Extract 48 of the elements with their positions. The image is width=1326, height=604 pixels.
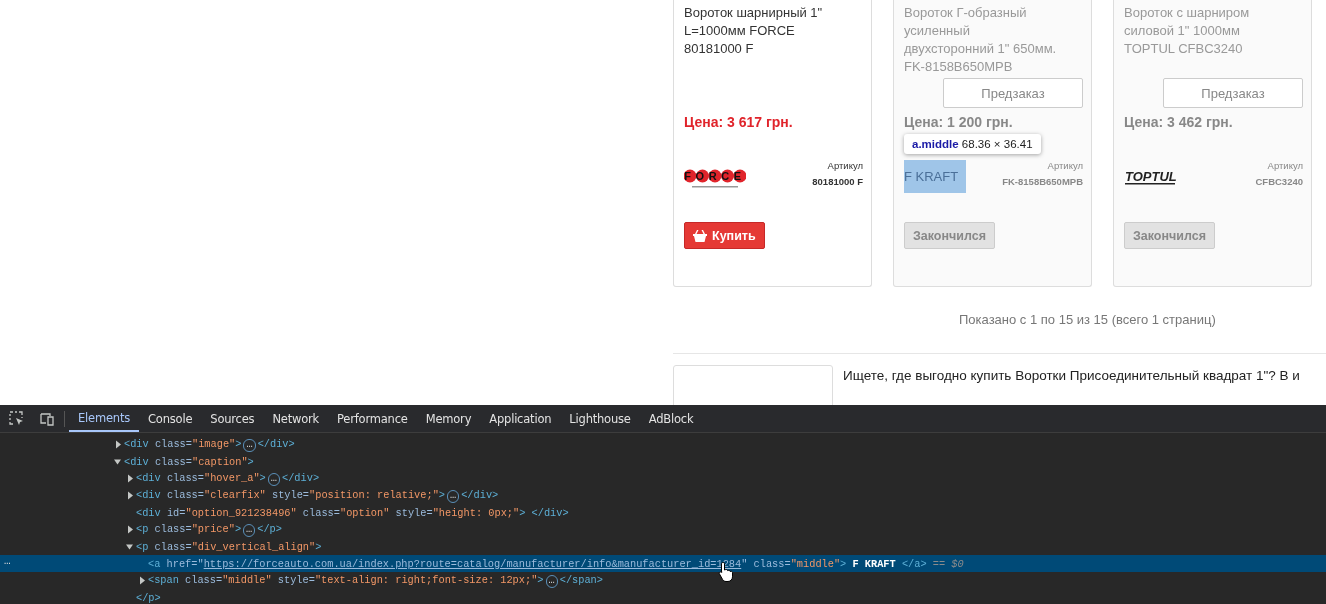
brand-logo[interactable]: FORCE [684, 168, 746, 190]
devtools-tab[interactable]: Sources [201, 405, 264, 432]
device-toolbar-icon[interactable] [38, 410, 54, 427]
article-label: Артикул [827, 160, 863, 171]
devtools-tab[interactable]: Network [263, 405, 328, 432]
brand-logo[interactable]: TOPTUL [1124, 168, 1180, 188]
buy-button[interactable]: Купить [684, 222, 765, 249]
product-price: Цена: 1 200 грн. [904, 114, 1014, 130]
devtools-tab[interactable]: Elements [69, 405, 139, 432]
article-number: 80181000 F [812, 176, 863, 187]
expand-arrow-icon[interactable] [126, 474, 134, 483]
article-number: CFBC3240 [1255, 176, 1303, 187]
product-price: Цена: 3 462 грн. [1124, 114, 1234, 130]
product-title[interactable]: Вороток шарнирный 1" L=1000мм FORCE 80181000 F [684, 4, 839, 58]
expand-arrow-icon[interactable] [114, 457, 122, 466]
devtools-tab[interactable]: Lighthouse [560, 405, 640, 432]
code-line[interactable]: <div id="option_921238496" class="option" style="height: 0px;"> </div> [136, 506, 569, 519]
inspect-tooltip: a.middle 68.36 × 36.41 [904, 134, 1041, 154]
devtools-tab[interactable]: Application [480, 405, 561, 432]
expand-arrow-icon[interactable] [126, 542, 134, 551]
code-line[interactable]: <div class="hover_a"> … </div> [136, 471, 320, 486]
expand-arrow-icon[interactable] [138, 576, 146, 585]
pagination-summary: Показано с 1 по 15 из 15 (всего 1 страниц) [959, 312, 1217, 327]
preorder-button[interactable]: Предзаказ [1163, 78, 1303, 108]
product-price: Цена: 3 617 грн. [684, 114, 794, 130]
expand-arrow-icon[interactable] [114, 440, 122, 449]
code-line[interactable]: <a href="https://forceauto.com.ua/index.php?route=catalog/manufacturer/info&manufacturer_id=1284" class="middle"> F KRAFT </a> == $0 [148, 557, 964, 570]
article-label: Артикул [1047, 160, 1083, 171]
code-line[interactable]: <div class="image"> … </div> [124, 437, 295, 452]
devtools-tab[interactable]: Console [139, 405, 202, 432]
preorder-button[interactable]: Предзаказ [943, 78, 1083, 108]
basket-icon [693, 229, 707, 242]
inspect-icon[interactable] [9, 410, 25, 427]
article-number: FK-8158B650MPB [1002, 176, 1083, 187]
devtools-tab[interactable]: Memory [416, 405, 481, 432]
description-text: Ищете, где выгодно купить Воротки Присоединительный квадрат 1"? В и [843, 368, 1300, 385]
devtools-tab[interactable]: AdBlock [639, 405, 703, 432]
code-line[interactable]: <div class="clearfix" style="position: relative;"> … </div> [136, 488, 499, 503]
expand-arrow-icon[interactable] [126, 525, 134, 534]
code-line[interactable]: <p class="div_vertical_align"> [136, 540, 322, 553]
code-line[interactable]: <p class="price"> … </p> [136, 522, 282, 537]
devtools-tab[interactable]: Performance [328, 405, 417, 432]
node-menu-icon[interactable]: … [4, 555, 11, 567]
article-label: Артикул [1267, 160, 1303, 171]
code-line[interactable]: <span class="middle" style="text-align: right;font-size: 12px;"> … </span> [148, 573, 603, 588]
expand-arrow-icon[interactable] [126, 491, 134, 500]
code-line[interactable]: </p> [136, 591, 161, 604]
code-line[interactable]: <div class="caption"> [124, 455, 254, 468]
